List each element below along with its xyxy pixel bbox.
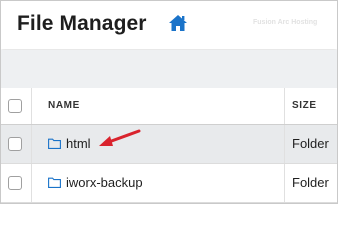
table-row[interactable]: html Folder [1, 125, 337, 164]
row-checkbox[interactable] [8, 137, 22, 151]
file-name: html [66, 136, 91, 151]
file-name-cell[interactable]: iworx-backup [48, 175, 143, 190]
column-divider [284, 88, 285, 124]
watermark: Fusion Arc Hosting [253, 19, 318, 26]
column-divider [284, 164, 285, 202]
table-row[interactable]: iworx-backup Folder [1, 164, 337, 203]
column-divider [284, 125, 285, 163]
toolbar-band [1, 50, 337, 88]
select-all-checkbox[interactable] [8, 99, 22, 113]
column-divider [31, 164, 32, 202]
file-name-cell[interactable]: html [48, 136, 91, 151]
column-header-name[interactable]: NAME [48, 100, 80, 111]
folder-icon [48, 138, 61, 149]
column-divider [31, 125, 32, 163]
column-header-size[interactable]: SIZE [292, 100, 317, 111]
file-size: Folder [292, 136, 329, 151]
home-icon[interactable] [168, 14, 188, 32]
file-name: iworx-backup [66, 175, 143, 190]
file-size: Folder [292, 175, 329, 190]
header: File Manager Fusion Arc Hosting [1, 1, 337, 49]
page-title: File Manager [17, 12, 147, 35]
file-manager-window: File Manager Fusion Arc Hosting NAME SIZ… [0, 0, 338, 204]
folder-icon [48, 177, 61, 188]
table-header-row: NAME SIZE [1, 88, 337, 125]
column-divider [31, 88, 32, 124]
red-arrow-icon [99, 129, 141, 146]
row-checkbox[interactable] [8, 176, 22, 190]
